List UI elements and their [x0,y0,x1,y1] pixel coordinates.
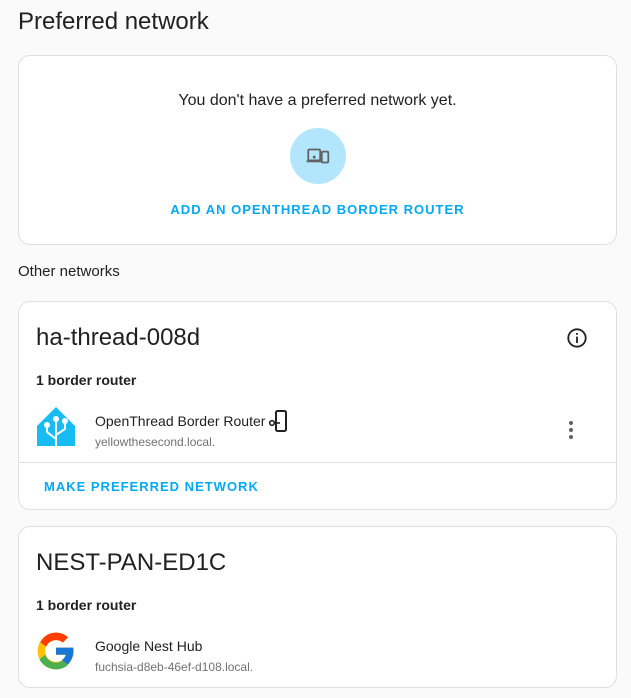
other-networks-heading: Other networks [18,263,120,280]
add-border-router-button[interactable]: ADD AN OPENTHREAD BORDER ROUTER [19,202,616,217]
dots-vertical-icon[interactable] [567,420,575,440]
network-card-nest: NEST-PAN-ED1C 1 border router Google Nes… [18,526,617,688]
router-count: 1 border router [36,597,137,613]
make-preferred-button[interactable]: MAKE PREFERRED NETWORK [44,479,259,494]
router-devices-icon [290,128,346,184]
router-host: yellowthesecond.local. [95,435,216,449]
router-row: OpenThread Border Router yellowthesecond… [36,406,599,450]
router-count: 1 border router [36,372,137,388]
router-host: fuchsia-d8eb-46ef-d108.local. [95,660,254,674]
router-name: Google Nest Hub [95,638,203,654]
google-logo [36,631,76,671]
home-assistant-logo [36,406,76,446]
border-router-icon [268,410,288,432]
router-row: Google Nest Hub fuchsia-d8eb-46ef-d108.l… [36,631,599,675]
network-name: NEST-PAN-ED1C [36,549,227,576]
network-name: ha-thread-008d [36,324,201,351]
empty-message: You don't have a preferred network yet. [178,92,457,109]
router-name: OpenThread Border Router [95,413,266,429]
preferred-network-card: You don't have a preferred network yet. … [18,55,617,245]
information-outline-icon[interactable] [566,327,588,349]
card-divider [19,462,616,463]
network-card-ha-thread: ha-thread-008d 1 border router OpenThrea… [18,301,617,510]
page-title: Preferred network [18,8,209,35]
